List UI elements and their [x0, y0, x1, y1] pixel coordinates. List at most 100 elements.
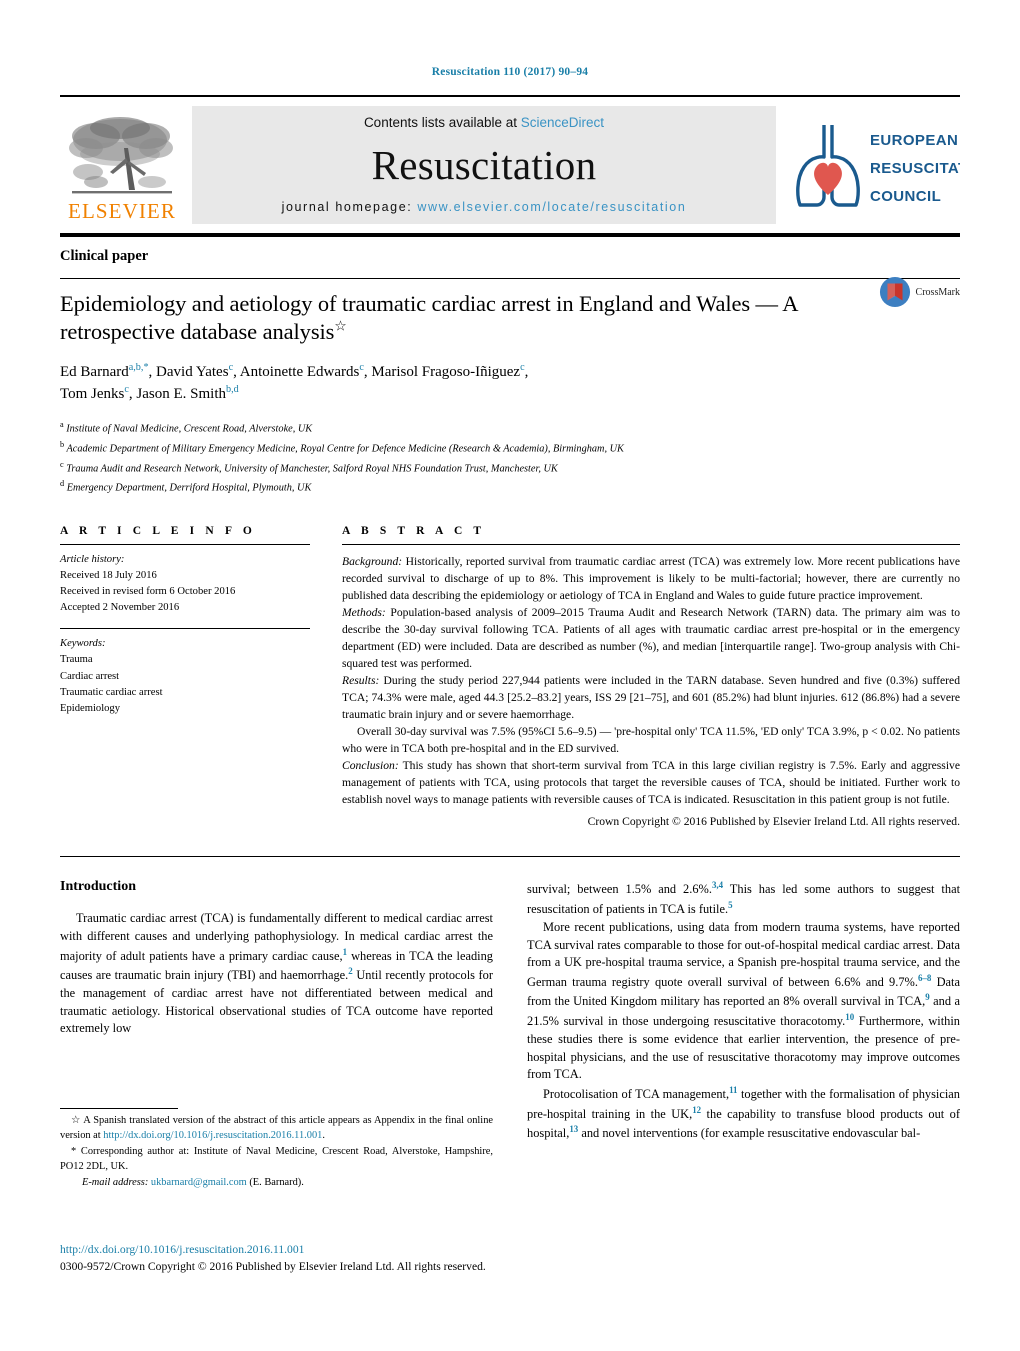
affiliation-text: Trauma Audit and Research Network, Unive…: [66, 462, 558, 474]
author-affil-marks: c: [520, 361, 525, 373]
elsevier-tree-icon: [66, 114, 178, 200]
heart-icon: [814, 162, 842, 195]
email-link[interactable]: ukbarnard@gmail.com: [151, 1177, 247, 1188]
running-head: Resuscitation 110 (2017) 90–94: [431, 66, 589, 78]
abstract-body: Background: Historically, reported survi…: [342, 545, 960, 831]
citation-ref[interactable]: 6–8: [918, 973, 931, 983]
intro-paragraph-right-3: Protocolisation of TCA management,11 tog…: [527, 1084, 960, 1143]
article-title-text: Epidemiology and aetiology of traumatic …: [60, 291, 798, 345]
affiliation-text: Institute of Naval Medicine, Crescent Ro…: [66, 423, 313, 435]
email-label: E-mail address:: [82, 1176, 149, 1188]
abstract-column: A B S T R A C T Background: Historically…: [342, 525, 960, 831]
affiliation-list: a Institute of Naval Medicine, Crescent …: [60, 418, 960, 497]
elsevier-logo: ELSEVIER: [60, 106, 184, 224]
author-affil-marks: c: [359, 361, 364, 373]
body-column-left: Introduction Traumatic cardiac arrest (T…: [60, 879, 493, 1143]
crossmark-badge[interactable]: CrossMark: [879, 276, 960, 308]
author-list: Ed Barnarda,b,*, David Yatesc, Antoinett…: [60, 361, 860, 407]
body-divider-rule: [60, 856, 960, 858]
footnote-email: E-mail address: ukbarnard@gmail.com (E. …: [60, 1176, 493, 1191]
journal-homepage-link[interactable]: www.elsevier.com/locate/resuscitation: [417, 200, 686, 214]
keyword-item: Trauma: [60, 654, 93, 666]
citation-ref[interactable]: 10: [845, 1012, 854, 1022]
footnote-star-marker: ☆: [71, 1115, 81, 1126]
citation-ref[interactable]: 13: [569, 1124, 578, 1134]
crossmark-icon: [879, 276, 910, 308]
abstract-methods-label: Methods:: [342, 606, 386, 620]
affiliation-marker: c: [60, 459, 64, 469]
author-affil-marks: b,d: [226, 384, 239, 396]
keyword-item: Cardiac arrest: [60, 670, 120, 682]
article-history-label: Article history:: [60, 553, 125, 565]
footnote-doi-link[interactable]: http://dx.doi.org/10.1016/j.resuscitatio…: [103, 1130, 322, 1141]
abstract-background-text: Historically, reported survival from tra…: [342, 554, 960, 602]
affiliation-marker: b: [60, 439, 65, 449]
footnotes-block: ☆ A Spanish translated version of the ab…: [60, 1108, 493, 1192]
intro-paragraph-right-1: survival; between 1.5% and 2.6%.3,4 This…: [527, 879, 960, 918]
footnote-star-period: .: [322, 1129, 325, 1141]
sciencedirect-link[interactable]: ScienceDirect: [521, 115, 604, 130]
affiliation-text: Emergency Department, Derriford Hospital…: [66, 482, 312, 494]
article-info-header: A R T I C L E I N F O: [60, 524, 256, 537]
bottom-doi-block: http://dx.doi.org/10.1016/j.resuscitatio…: [60, 1242, 620, 1275]
author-item: David Yatesc,: [156, 361, 240, 380]
author-item: Marisol Fragoso-Iñiguezc,: [371, 361, 529, 380]
affiliation-marker: d: [60, 479, 65, 489]
journal-homepage-line: journal homepage: www.elsevier.com/locat…: [282, 200, 687, 214]
affiliation-marker: a: [60, 420, 64, 430]
article-header: Clinical paper CrossMark Epidemiology an…: [60, 248, 960, 497]
abstract-methods-text: Population-based analysis of 2009–2015 T…: [342, 606, 960, 671]
abstract-conclusion: Conclusion: This study has shown that sh…: [342, 757, 960, 808]
intro-right-a: survival; between 1.5% and 2.6%.: [527, 882, 712, 897]
citation-ref[interactable]: 5: [728, 900, 732, 910]
keywords-label: Keywords:: [60, 638, 106, 650]
author-item: Ed Barnarda,b,*,: [60, 361, 157, 380]
intro-right2-a: More recent publications, using data fro…: [527, 919, 960, 989]
issn-copyright-line: 0300-9572/Crown Copyright © 2016 Publish…: [60, 1260, 486, 1274]
author-item: Tom Jenksc,: [60, 384, 137, 403]
intro-right3-a: Protocolisation of TCA management,: [543, 1086, 730, 1101]
erc-logo: EUROPEAN RESUSCITATION COUNCIL: [784, 106, 960, 224]
paper-page: Resuscitation 110 (2017) 90–94 ELSEVIER …: [0, 0, 1020, 1351]
introduction-heading: Introduction: [60, 879, 136, 895]
abstract-background-label: Background:: [342, 554, 403, 568]
keywords-group: Keywords: Trauma Cardiac arrest Traumati…: [60, 629, 310, 716]
contents-box: Contents lists available at ScienceDirec…: [192, 106, 776, 224]
citation-ref[interactable]: 3,4: [712, 880, 723, 890]
corresponding-marker: *: [143, 361, 149, 373]
abstract-header: A B S T R A C T: [342, 524, 486, 537]
crossmark-label: CrossMark: [915, 286, 960, 298]
page-title: Epidemiology and aetiology of traumatic …: [60, 290, 850, 347]
contents-prefix: Contents lists available at: [363, 115, 521, 130]
article-history-item: Received 18 July 2016: [60, 570, 157, 582]
footnote-star: ☆ A Spanish translated version of the ab…: [60, 1114, 493, 1144]
journal-masthead: ELSEVIER Contents lists available at Sci…: [60, 95, 960, 224]
footnote-rule: [60, 1108, 178, 1109]
abstract-copyright: Crown Copyright © 2016 Published by Else…: [587, 815, 960, 829]
journal-title: Resuscitation: [371, 141, 597, 188]
abstract-methods: Methods: Population-based analysis of 20…: [342, 604, 960, 672]
affiliation-item: d Emergency Department, Derriford Hospit…: [60, 477, 960, 497]
author-affil-marks: c: [124, 384, 129, 396]
abstract-results: Results: During the study period 227,944…: [342, 672, 960, 723]
intro-paragraph-left: Traumatic cardiac arrest (TCA) is fundam…: [60, 910, 493, 1038]
erc-line-3: COUNCIL: [870, 188, 941, 205]
article-history-item: Received in revised form 6 October 2016: [60, 586, 236, 598]
author-item: Jason E. Smithb,d: [136, 384, 239, 403]
email-suffix: (E. Barnard).: [246, 1176, 304, 1188]
title-footnote-marker[interactable]: ☆: [334, 320, 347, 335]
doi-link[interactable]: http://dx.doi.org/10.1016/j.resuscitatio…: [60, 1242, 620, 1258]
abstract-conclusion-label: Conclusion:: [342, 759, 399, 773]
article-history-item: Accepted 2 November 2016: [60, 602, 180, 614]
intro-paragraph-right-2: More recent publications, using data fro…: [527, 919, 960, 1084]
abstract-background: Background: Historically, reported survi…: [342, 553, 960, 604]
footnote-corresponding-text: Corresponding author at: Institute of Na…: [60, 1145, 493, 1172]
citation-ref[interactable]: 12: [692, 1105, 701, 1115]
author-item: Antoinette Edwardsc,: [239, 361, 372, 380]
abstract-results-label: Results:: [342, 674, 380, 688]
body-columns: Introduction Traumatic cardiac arrest (T…: [60, 879, 960, 1143]
abstract-results-text: During the study period 227,944 patients…: [342, 674, 960, 722]
masthead-bottom-rule: [60, 233, 960, 237]
footnote-corresponding: * Corresponding author at: Institute of …: [60, 1145, 493, 1175]
